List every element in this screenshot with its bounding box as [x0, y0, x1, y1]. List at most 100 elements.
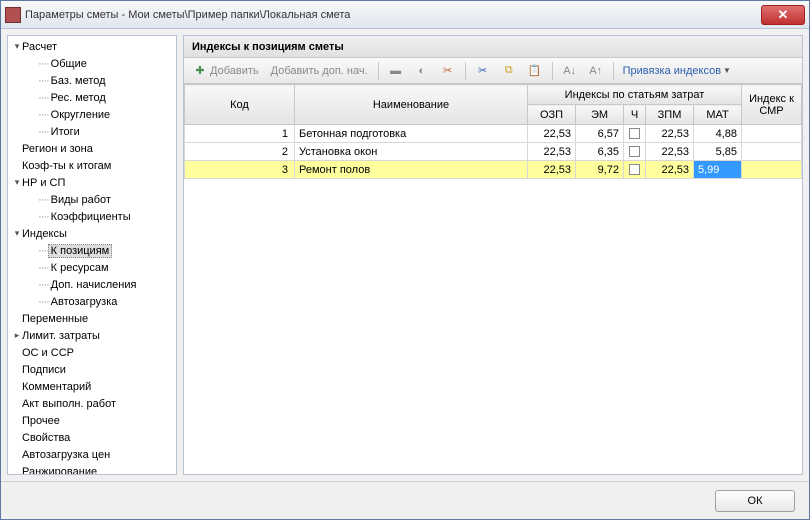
- sidebar[interactable]: ▾Расчет····Общие····Баз. метод····Рес. м…: [7, 35, 177, 475]
- sidebar-item[interactable]: Регион и зона: [8, 140, 176, 157]
- sidebar-item-label: Баз. метод: [51, 75, 106, 87]
- col-em[interactable]: ЭМ: [576, 105, 624, 125]
- tree-dots: ····: [38, 58, 49, 70]
- cell-mat[interactable]: 5,99: [694, 161, 742, 179]
- sidebar-item[interactable]: ▾Расчет: [8, 38, 176, 55]
- sidebar-item[interactable]: ····Виды работ: [8, 191, 176, 208]
- table-row[interactable]: 1Бетонная подготовка22,536,5722,534,88: [185, 125, 802, 143]
- titlebar: Параметры сметы - Мои сметы\Пример папки…: [1, 1, 809, 29]
- sidebar-item[interactable]: ····Коэффициенты: [8, 208, 176, 225]
- col-code[interactable]: Код: [185, 85, 295, 125]
- table-row[interactable]: 3Ремонт полов22,539,7222,535,99: [185, 161, 802, 179]
- cell-ozp[interactable]: 22,53: [528, 161, 576, 179]
- cell-ch[interactable]: [624, 161, 646, 179]
- close-button[interactable]: ✕: [761, 5, 805, 25]
- expander-open-icon[interactable]: ▾: [12, 228, 22, 239]
- sort-desc-button[interactable]: A↑: [584, 61, 608, 81]
- separator: [613, 62, 614, 80]
- cell-code[interactable]: 3: [185, 161, 295, 179]
- sidebar-item[interactable]: Ранжирование: [8, 463, 176, 475]
- sidebar-item-label: Расчет: [22, 41, 57, 53]
- cell-smr[interactable]: [742, 161, 802, 179]
- col-zpm[interactable]: ЗПМ: [646, 105, 694, 125]
- delete-button[interactable]: ▬: [384, 61, 408, 81]
- sidebar-item-label: Индексы: [22, 228, 67, 240]
- sidebar-item[interactable]: Автозагрузка цен: [8, 446, 176, 463]
- ok-button[interactable]: ОК: [715, 490, 795, 512]
- sidebar-item[interactable]: Коэф-ты к итогам: [8, 157, 176, 174]
- sidebar-item[interactable]: Акт выполн. работ: [8, 395, 176, 412]
- cell-zpm[interactable]: 22,53: [646, 125, 694, 143]
- sidebar-item-label: Рес. метод: [51, 92, 106, 104]
- tree-dots: ····: [38, 211, 49, 223]
- sidebar-item[interactable]: ····Доп. начисления: [8, 276, 176, 293]
- cell-name[interactable]: Бетонная подготовка: [295, 125, 528, 143]
- grid[interactable]: Код Наименование Индексы по статьям затр…: [184, 84, 802, 474]
- cut2-button[interactable]: ✂: [436, 61, 460, 81]
- cell-code[interactable]: 1: [185, 125, 295, 143]
- sidebar-item[interactable]: Подписи: [8, 361, 176, 378]
- col-ozp[interactable]: ОЗП: [528, 105, 576, 125]
- plus-icon: ✚: [193, 64, 207, 78]
- cell-ch[interactable]: [624, 125, 646, 143]
- sidebar-item[interactable]: ОС и ССР: [8, 344, 176, 361]
- sort-asc-button[interactable]: A↓: [558, 61, 582, 81]
- cell-smr[interactable]: [742, 125, 802, 143]
- cell-mat[interactable]: 5,85: [694, 143, 742, 161]
- sidebar-item[interactable]: ····Округление: [8, 106, 176, 123]
- col-mat[interactable]: МАТ: [694, 105, 742, 125]
- cell-ozp[interactable]: 22,53: [528, 143, 576, 161]
- cell-ozp[interactable]: 22,53: [528, 125, 576, 143]
- bind-indexes-link[interactable]: Привязка индексов ▼: [619, 65, 735, 77]
- cell-em[interactable]: 6,57: [576, 125, 624, 143]
- erase-button[interactable]: ◐: [410, 61, 434, 81]
- sidebar-item[interactable]: Переменные: [8, 310, 176, 327]
- sidebar-item[interactable]: ····К ресурсам: [8, 259, 176, 276]
- sidebar-item-label: Ранжирование: [22, 466, 97, 476]
- cell-zpm[interactable]: 22,53: [646, 143, 694, 161]
- cell-smr[interactable]: [742, 143, 802, 161]
- tree-dots: ····: [38, 109, 49, 121]
- cell-em[interactable]: 6,35: [576, 143, 624, 161]
- sidebar-item[interactable]: ····Общие: [8, 55, 176, 72]
- sidebar-item[interactable]: Прочее: [8, 412, 176, 429]
- expander-open-icon[interactable]: ▾: [12, 41, 22, 52]
- cut-button[interactable]: ✂: [471, 61, 495, 81]
- checkbox[interactable]: [629, 146, 640, 157]
- add-button[interactable]: ✚ Добавить: [188, 61, 264, 81]
- sidebar-item[interactable]: ▸Лимит. затраты: [8, 327, 176, 344]
- expander-open-icon[interactable]: ▾: [12, 177, 22, 188]
- col-ch[interactable]: Ч: [624, 105, 646, 125]
- cell-name[interactable]: Установка окон: [295, 143, 528, 161]
- cell-zpm[interactable]: 22,53: [646, 161, 694, 179]
- sidebar-item-label: К ресурсам: [51, 262, 109, 274]
- expander-closed-icon[interactable]: ▸: [12, 330, 22, 341]
- cell-mat[interactable]: 4,88: [694, 125, 742, 143]
- paste-button[interactable]: 📋: [523, 61, 547, 81]
- sidebar-item[interactable]: ····Рес. метод: [8, 89, 176, 106]
- sidebar-item[interactable]: ····Баз. метод: [8, 72, 176, 89]
- col-smr[interactable]: Индекс к СМР: [742, 85, 802, 125]
- sidebar-item[interactable]: ····К позициям: [8, 242, 176, 259]
- col-group[interactable]: Индексы по статьям затрат: [528, 85, 742, 105]
- checkbox[interactable]: [629, 164, 640, 175]
- add-extra-button[interactable]: Добавить доп. нач.: [266, 61, 373, 81]
- sidebar-item-label: Доп. начисления: [51, 279, 137, 291]
- sidebar-item[interactable]: ▾Индексы: [8, 225, 176, 242]
- col-name[interactable]: Наименование: [295, 85, 528, 125]
- tree-dots: ····: [38, 279, 49, 291]
- table-row[interactable]: 2Установка окон22,536,3522,535,85: [185, 143, 802, 161]
- cell-name[interactable]: Ремонт полов: [295, 161, 528, 179]
- sidebar-item-label: Округление: [51, 109, 111, 121]
- sidebar-item[interactable]: ▾НР и СП: [8, 174, 176, 191]
- cell-code[interactable]: 2: [185, 143, 295, 161]
- cell-em[interactable]: 9,72: [576, 161, 624, 179]
- sidebar-item-label: К позициям: [48, 244, 113, 258]
- copy-button[interactable]: ⧉: [497, 61, 521, 81]
- sidebar-item[interactable]: ····Автозагрузка: [8, 293, 176, 310]
- sidebar-item[interactable]: Свойства: [8, 429, 176, 446]
- cell-ch[interactable]: [624, 143, 646, 161]
- sidebar-item[interactable]: ····Итоги: [8, 123, 176, 140]
- sidebar-item[interactable]: Комментарий: [8, 378, 176, 395]
- checkbox[interactable]: [629, 128, 640, 139]
